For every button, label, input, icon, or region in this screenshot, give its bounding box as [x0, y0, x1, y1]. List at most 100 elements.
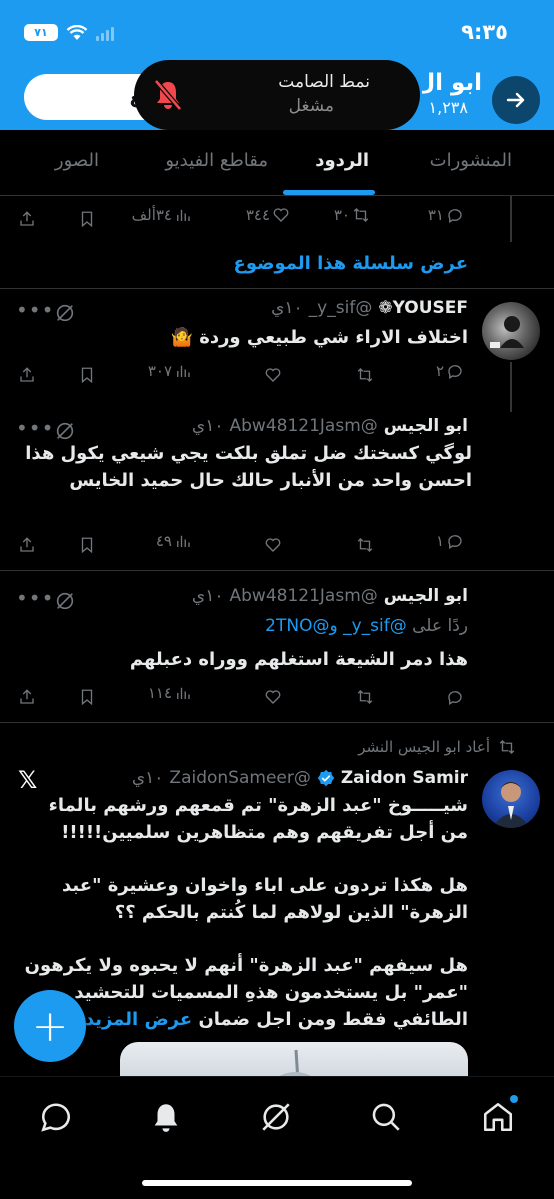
handle[interactable]: @Abw48121Jasm [230, 586, 378, 606]
grok-icon[interactable] [54, 302, 76, 324]
post-count: ١,٢٣٨ [428, 98, 468, 117]
repost-context: أعاد ابو الجيس النشر [358, 738, 516, 756]
nav-notification-dot [510, 1095, 518, 1103]
heart-icon[interactable] [264, 688, 282, 706]
display-name[interactable]: Zaidon Samir [341, 768, 468, 788]
tweet-actions: ٢ ٣٠٧ [0, 362, 554, 390]
share-icon[interactable] [18, 688, 36, 706]
reply-icon[interactable] [446, 688, 464, 706]
home-icon [483, 1102, 513, 1132]
notifications-icon [154, 1104, 178, 1132]
tweet-text: هل هكذا تردون على اباء واخوان وعشيرة "عب… [62, 875, 468, 923]
tweet-header: Zaidon Samir @ZaidonSameer ١٠ي [132, 768, 468, 788]
tweet-text: هذا دمر الشيعة استغلهم ووراه دعبلهم [129, 649, 468, 670]
status-bar: ٩:٣٥ ٧١ [0, 18, 554, 48]
reply-button[interactable]: ١ [436, 532, 464, 550]
tab-posts[interactable]: المنشورات [430, 150, 512, 171]
nav-search[interactable] [366, 1097, 406, 1137]
reply-button[interactable]: ٣١ [428, 206, 464, 224]
profile-name: ابو ال [422, 70, 482, 96]
reply-count: ١ [435, 532, 444, 550]
views-button[interactable]: ١١٤ [148, 684, 192, 702]
home-indicator [142, 1180, 412, 1186]
grok-icon[interactable] [54, 590, 76, 612]
heart-icon[interactable] [264, 366, 282, 384]
avatar[interactable] [482, 302, 540, 360]
handle[interactable]: @ZaidonSameer [169, 768, 310, 788]
like-button[interactable]: ٣٤٤ [246, 206, 290, 224]
bookmark-icon[interactable] [78, 688, 96, 706]
timestamp: ١٠ي [131, 768, 164, 788]
timestamp: ١٠ي [271, 298, 303, 318]
active-tab-indicator [283, 190, 375, 195]
avatar-photo [492, 782, 530, 828]
back-button[interactable] [492, 76, 540, 124]
display-name[interactable]: ابو الجيس [384, 586, 468, 606]
nav-grok[interactable] [256, 1097, 296, 1137]
views-count: ٣٠٧ [147, 362, 172, 380]
timestamp: ١٠ي [191, 416, 224, 436]
silent-mode-notification: نمط الصامت مشغل [134, 60, 420, 130]
battery-icon: ٧١ [24, 24, 58, 41]
more-options-button[interactable]: ••• [16, 298, 54, 322]
bookmark-icon[interactable] [78, 366, 96, 384]
reply-button[interactable]: ٢ [436, 362, 464, 380]
share-icon[interactable] [18, 366, 36, 384]
views-icon [177, 209, 190, 221]
divider [0, 288, 554, 289]
display-name[interactable]: YOUSEF❁ [378, 298, 468, 318]
tab-videos[interactable]: مقاطع الفيديو [165, 150, 268, 171]
repost-icon[interactable] [356, 536, 374, 554]
views-button[interactable]: ٤٩ [156, 532, 192, 550]
repost-context-label[interactable]: أعاد ابو الجيس النشر [358, 738, 490, 756]
more-options-button[interactable]: ••• [16, 586, 54, 610]
views-count: ٤٩ [155, 532, 172, 550]
avatar-photo [490, 316, 524, 348]
repost-icon [353, 208, 369, 222]
repost-icon[interactable] [356, 688, 374, 706]
tweet-header: ابو الجيس @Abw48121Jasm ١٠ي [192, 586, 468, 606]
wifi-icon [66, 24, 88, 40]
divider [0, 570, 554, 571]
views-count: ٣٤ألف [131, 206, 172, 224]
share-icon[interactable] [18, 210, 36, 228]
bookmark-icon[interactable] [78, 536, 96, 554]
share-icon[interactable] [18, 536, 36, 554]
nav-home[interactable] [478, 1095, 518, 1137]
views-icon [177, 365, 190, 377]
x-logo-icon: 𝕏 [18, 766, 38, 794]
grok-icon[interactable] [54, 420, 76, 442]
handle[interactable]: @y_sif_ [309, 298, 373, 318]
compose-button[interactable]: + [14, 990, 86, 1062]
handle[interactable]: @Abw48121Jasm [230, 416, 378, 436]
reply-count: ٢ [435, 362, 444, 380]
avatar[interactable] [482, 770, 540, 828]
status-icons: ٧١ [24, 24, 114, 41]
silent-mode-subtitle: مشغل [288, 96, 334, 116]
tab-photos[interactable]: الصور [55, 150, 99, 171]
reply-icon [448, 535, 462, 549]
more-options-button[interactable]: ••• [16, 416, 54, 440]
display-name[interactable]: ابو الجيس [384, 416, 468, 436]
show-more-link[interactable]: عرض المزيد [85, 1009, 192, 1030]
nav-notifications[interactable] [146, 1097, 186, 1137]
show-thread-link[interactable]: عرض سلسلة هذا الموضوع [234, 253, 468, 274]
replying-to-label: ردًا على [412, 616, 468, 636]
views-button[interactable]: ٣٠٧ [148, 362, 192, 380]
timestamp: ١٠ي [191, 586, 224, 606]
replying-to: ردًا على @y_sif_ و@2TNO [265, 616, 468, 636]
nav-messages[interactable] [36, 1097, 76, 1137]
tweet-header: YOUSEF❁ @y_sif_ ١٠ي [271, 298, 468, 318]
bookmark-icon[interactable] [78, 210, 96, 228]
tweet-text: لوگي كسختك ضل تملق بلكت يجي شيعي يكول هذ… [25, 443, 472, 491]
search-icon [372, 1103, 400, 1131]
views-button[interactable]: ٣٤ألف [132, 206, 192, 224]
repost-icon[interactable] [356, 366, 374, 384]
repost-button[interactable]: ٣٠ [334, 206, 370, 224]
profile-tabs: المنشورات الردود مقاطع الفيديو الصور [0, 130, 554, 196]
replying-to-users[interactable]: @y_sif_ و@2TNO [265, 616, 407, 636]
heart-icon[interactable] [264, 536, 282, 554]
tab-replies[interactable]: الردود [315, 150, 369, 171]
status-time: ٩:٣٥ [461, 20, 508, 44]
reply-icon [448, 365, 462, 379]
